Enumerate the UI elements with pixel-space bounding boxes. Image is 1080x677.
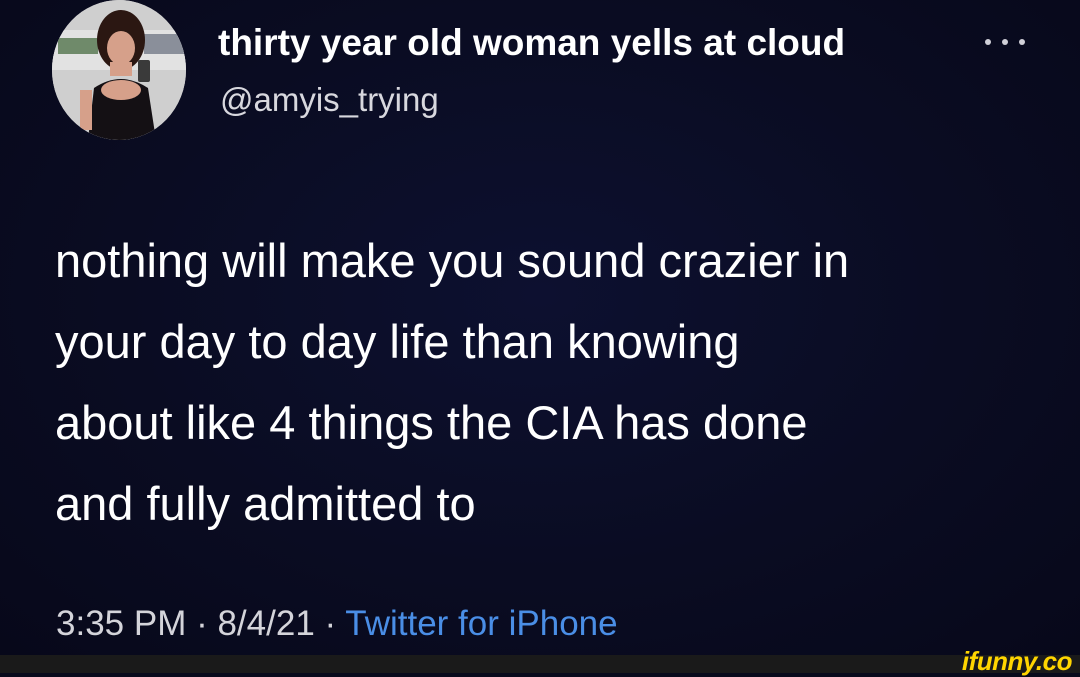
display-name[interactable]: thirty year old woman yells at cloud <box>218 22 845 64</box>
dot <box>1019 39 1025 45</box>
watermark-logo: ifunny.co <box>961 646 1073 676</box>
tweet-text: nothing will make you sound crazier in y… <box>55 220 1055 544</box>
tweet-metadata: 3:35 PM · 8/4/21 · Twitter for iPhone <box>56 604 618 644</box>
tweet-time[interactable]: 3:35 PM <box>56 604 186 643</box>
avatar[interactable] <box>52 0 186 140</box>
avatar-image <box>52 0 186 140</box>
footer-bar <box>0 655 1080 673</box>
tweet-card: thirty year old woman yells at cloud @am… <box>0 0 1080 655</box>
dot <box>1002 39 1008 45</box>
more-options-icon[interactable] <box>985 32 1025 52</box>
separator: · <box>186 604 218 643</box>
tweet-text-line: your day to day life than knowing <box>55 315 740 368</box>
dot <box>985 39 991 45</box>
tweet-text-line: nothing will make you sound crazier in <box>55 234 850 287</box>
tweet-source-link[interactable]: Twitter for iPhone <box>345 604 617 643</box>
tweet-date[interactable]: 8/4/21 <box>217 604 314 643</box>
tweet-text-line: and fully admitted to <box>55 477 476 530</box>
user-handle[interactable]: @amyis_trying <box>220 81 439 119</box>
separator: · <box>314 604 346 643</box>
tweet-text-line: about like 4 things the CIA has done <box>55 396 808 449</box>
